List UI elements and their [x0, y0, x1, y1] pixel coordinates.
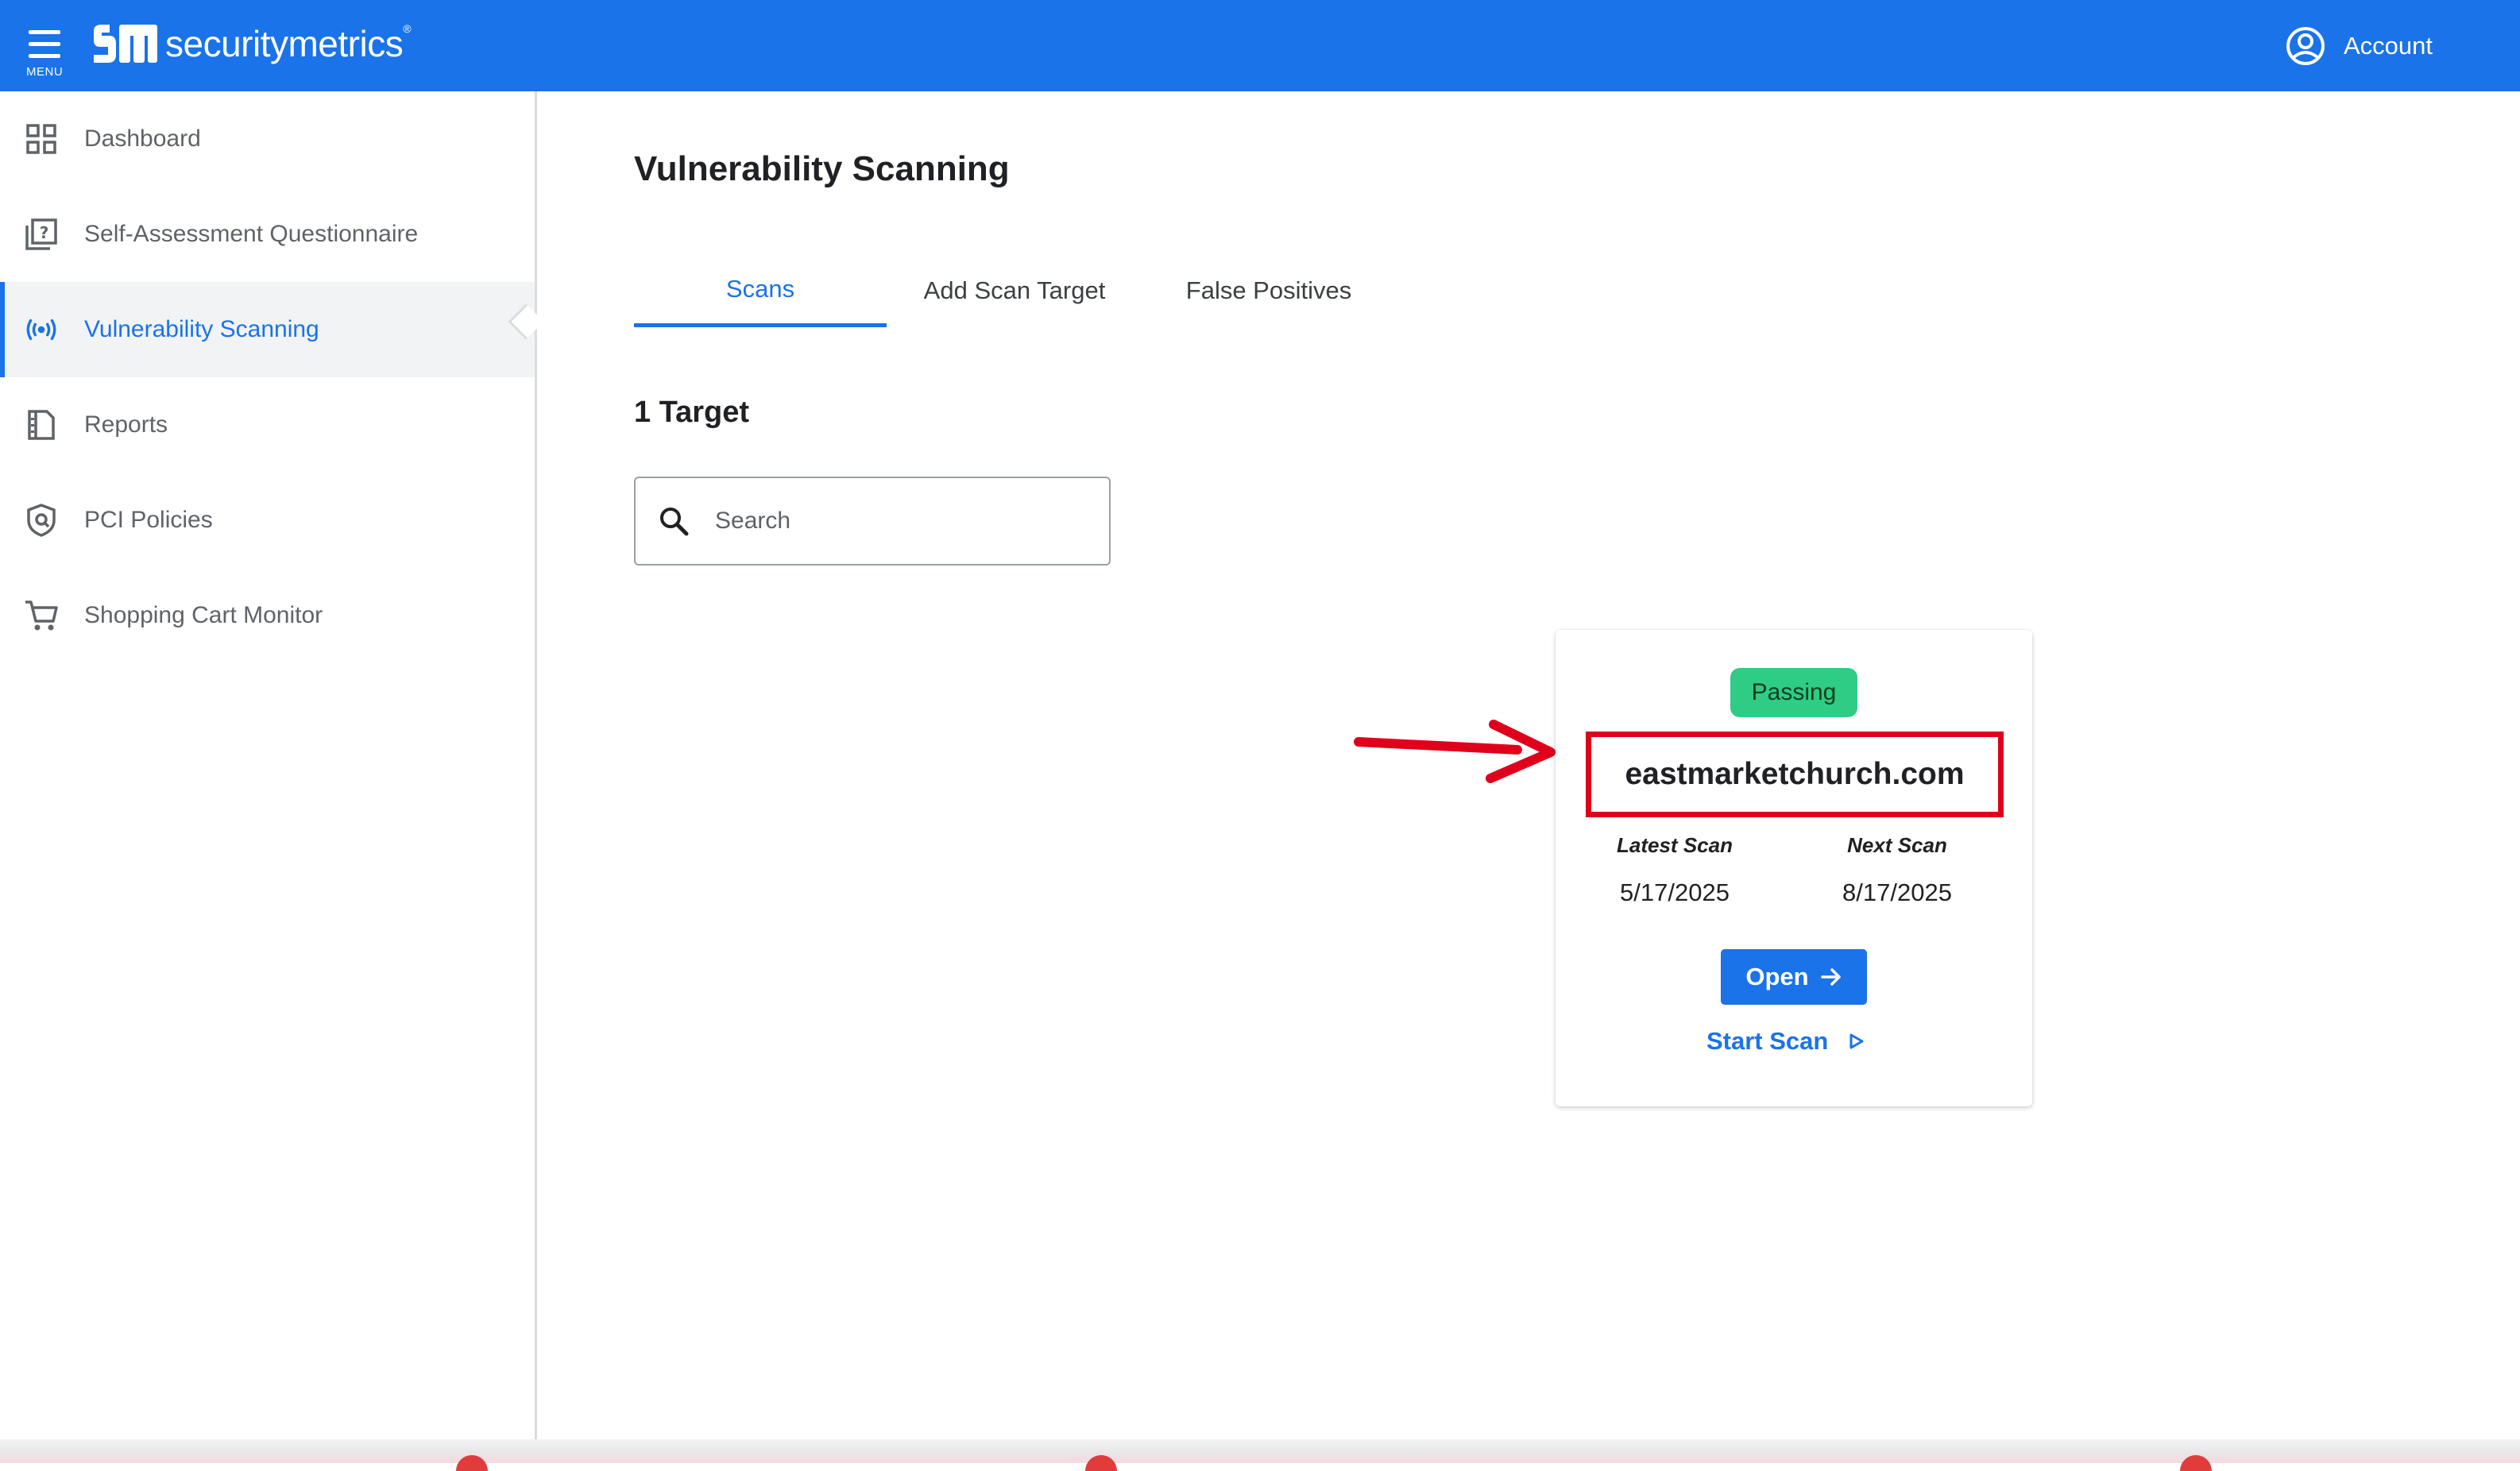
next-scan-label: Next Scan — [1847, 833, 1947, 857]
search-field[interactable] — [634, 477, 1111, 566]
menu-label: MENU — [26, 65, 64, 79]
open-button[interactable]: Open — [1721, 949, 1867, 1005]
scan-target-card: Passing eastmarketchurch.com Latest Scan… — [1556, 630, 2032, 1106]
search-input[interactable] — [715, 508, 1080, 535]
hamburger-icon — [29, 30, 60, 34]
open-button-label: Open — [1745, 963, 1809, 990]
tab-false-positives[interactable]: False Positives — [1142, 254, 1395, 327]
sidebar-item-label: Dashboard — [84, 125, 201, 152]
target-domain: eastmarketchurch.com — [1625, 757, 1965, 791]
sidebar-item-label: Vulnerability Scanning — [84, 316, 319, 342]
annotation-arrow-icon — [1354, 720, 1556, 783]
domain-highlight-box: eastmarketchurch.com — [1586, 732, 2004, 817]
start-scan-label: Start Scan — [1706, 1027, 1829, 1055]
next-scan-date: 8/17/2025 — [1842, 878, 1952, 906]
status-badge: Passing — [1730, 668, 1857, 717]
top-bar: MENU securitymetrics® Account — [0, 0, 2520, 91]
securitymetrics-logo[interactable]: securitymetrics® — [92, 19, 412, 68]
sidebar-item-reports[interactable]: Reports — [0, 377, 535, 473]
latest-scan-label: Latest Scan — [1617, 833, 1733, 857]
start-scan-button[interactable]: Start Scan — [1706, 1019, 1865, 1064]
cart-icon — [24, 598, 59, 633]
shield-icon — [24, 503, 59, 538]
sidebar-item-vulnerability-scanning[interactable]: Vulnerability Scanning — [0, 282, 535, 377]
search-icon — [660, 508, 689, 536]
logo-mark-icon — [94, 25, 157, 63]
account-circle-icon — [2286, 27, 2325, 65]
account-label: Account — [2344, 32, 2433, 60]
sidebar-item-shopping-cart-monitor[interactable]: Shopping Cart Monitor — [0, 568, 535, 663]
question-doc-icon: ? — [24, 217, 59, 252]
menu-button[interactable]: MENU — [21, 21, 72, 81]
bottom-edge-strip — [0, 1439, 2520, 1463]
arrow-right-icon — [1820, 968, 1841, 986]
sidebar-item-self-assessment-questionnaire[interactable]: ? Self-Assessment Questionnaire — [0, 187, 535, 282]
latest-scan: Latest Scan 5/17/2025 — [1571, 833, 1778, 907]
hamburger-icon-line — [29, 54, 60, 58]
play-icon — [1849, 1033, 1864, 1049]
sidebar-item-dashboard[interactable]: Dashboard — [0, 91, 535, 187]
target-count: 1 Target — [634, 396, 750, 429]
latest-scan-date: 5/17/2025 — [1620, 878, 1730, 906]
tab-scans[interactable]: Scans — [634, 254, 887, 327]
sidebar-item-label: Reports — [84, 411, 168, 438]
tab-add-scan-target[interactable]: Add Scan Target — [888, 254, 1141, 327]
account-button[interactable]: Account — [2285, 22, 2433, 70]
sidebar-item-label: PCI Policies — [84, 507, 213, 533]
next-scan: Next Scan 8/17/2025 — [1794, 833, 2000, 907]
svg-text:?: ? — [40, 223, 49, 242]
sidebar: Dashboard ? Self-Assessment Questionnair… — [0, 91, 537, 1442]
page-title: Vulnerability Scanning — [634, 149, 1010, 188]
radar-icon — [24, 312, 59, 347]
hamburger-icon-line — [29, 42, 60, 46]
report-icon — [24, 407, 59, 442]
sidebar-item-label: Shopping Cart Monitor — [84, 602, 323, 628]
sidebar-item-pci-policies[interactable]: PCI Policies — [0, 473, 535, 568]
grid-icon — [24, 122, 59, 156]
sidebar-item-label: Self-Assessment Questionnaire — [84, 221, 419, 247]
brand-name: securitymetrics® — [165, 22, 412, 64]
